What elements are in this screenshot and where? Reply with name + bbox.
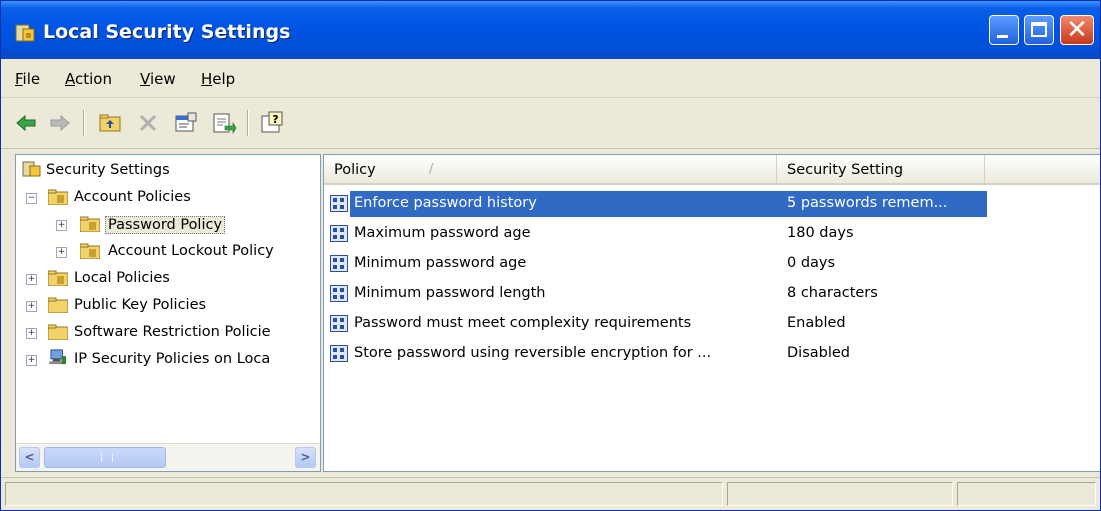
toolbar-separator (83, 110, 85, 136)
status-panel-main (5, 482, 723, 506)
forward-arrow-icon[interactable] (47, 110, 73, 136)
status-panel-tertiary (957, 482, 1096, 506)
policy-setting: 5 passwords remem... (787, 195, 948, 211)
collapse-toggle[interactable]: − (26, 193, 37, 204)
up-folder-icon[interactable] (97, 110, 123, 136)
expand-toggle[interactable]: + (56, 247, 67, 258)
back-arrow-icon[interactable] (13, 110, 39, 136)
tree-item-label: Public Key Policies (74, 297, 207, 313)
policy-folder-icon (80, 216, 100, 232)
close-button[interactable]: ✕ (1060, 15, 1094, 45)
tree-item-label: Password Policy (105, 216, 226, 234)
delete-icon[interactable] (135, 110, 161, 136)
computer-network-icon (49, 349, 66, 365)
minimize-icon (997, 35, 1008, 38)
policy-folder-icon (48, 189, 68, 205)
menu-help[interactable]: Help (201, 70, 235, 88)
expand-toggle[interactable]: + (26, 301, 37, 312)
policy-item-icon (330, 225, 348, 242)
policy-row-reversible-encryption[interactable]: Store password using reversible encrypti… (324, 339, 1100, 369)
column-header-policy[interactable]: Policy / (324, 155, 777, 185)
maximize-button[interactable] (1024, 15, 1054, 45)
tree-horizontal-scrollbar[interactable]: < > (16, 443, 320, 471)
svg-text:?: ? (272, 113, 278, 126)
menu-bar: File Action View Help (1, 61, 1100, 98)
column-header-filler (985, 155, 1100, 185)
help-icon[interactable]: ? (259, 110, 285, 136)
policy-item-icon (330, 345, 348, 362)
expand-toggle[interactable]: + (26, 328, 37, 339)
toolbar-separator (247, 110, 249, 136)
expand-toggle[interactable]: + (56, 220, 67, 231)
policy-item-icon (330, 285, 348, 302)
policy-item-icon (330, 195, 348, 212)
security-settings-icon (22, 161, 41, 177)
policy-row-enforce-password-history[interactable]: Enforce password history 5 passwords rem… (324, 189, 1100, 219)
policy-setting: 0 days (787, 255, 836, 271)
policy-row-minimum-password-length[interactable]: Minimum password length 8 characters (324, 279, 1100, 309)
policy-setting: 180 days (787, 225, 854, 241)
window-title: Local Security Settings (43, 21, 291, 43)
menu-action[interactable]: Action (65, 70, 112, 88)
security-settings-app-icon (15, 24, 35, 42)
scroll-left-button[interactable]: < (19, 447, 40, 468)
tree-item-label: Security Settings (46, 162, 170, 178)
tree-item-label: Account Lockout Policy (108, 243, 274, 259)
tree-pane[interactable]: Security Settings − Account Policies + P… (15, 154, 321, 472)
policy-list-pane[interactable]: Policy / Security Setting Enforce passwo… (323, 154, 1100, 472)
policy-name: Minimum password age (354, 255, 527, 271)
minimize-button[interactable] (989, 15, 1019, 45)
scroll-right-button[interactable]: > (295, 447, 316, 468)
menu-view[interactable]: View (140, 70, 176, 88)
tree-item-label: Account Policies (74, 189, 191, 205)
scroll-grip-icon (101, 453, 113, 462)
policy-row-password-complexity[interactable]: Password must meet complexity requiremen… (324, 309, 1100, 339)
column-header-label: Security Setting (787, 162, 904, 178)
expand-toggle[interactable]: + (26, 274, 37, 285)
status-bar (1, 477, 1100, 510)
policy-name: Enforce password history (354, 195, 537, 211)
policy-row-minimum-password-age[interactable]: Minimum password age 0 days (324, 249, 1100, 279)
toolbar: ? (1, 98, 1100, 149)
close-icon: ✕ (1066, 15, 1088, 45)
tree-item-label: Local Policies (74, 270, 170, 286)
policy-name: Maximum password age (354, 225, 531, 241)
policy-setting: 8 characters (787, 285, 878, 301)
scroll-thumb[interactable] (44, 447, 166, 468)
policy-name: Minimum password length (354, 285, 546, 301)
policy-name: Store password using reversible encrypti… (354, 345, 712, 361)
column-header-label: Policy (334, 162, 376, 178)
policy-row-maximum-password-age[interactable]: Maximum password age 180 days (324, 219, 1100, 249)
folder-icon (48, 297, 68, 313)
policy-setting: Enabled (787, 315, 846, 331)
policy-name: Password must meet complexity requiremen… (354, 315, 692, 331)
tree-item-label: IP Security Policies on Loca (74, 351, 271, 367)
folder-icon (48, 324, 68, 340)
policy-setting: Disabled (787, 345, 850, 361)
title-bar[interactable]: Local Security Settings ✕ (1, 1, 1100, 59)
policy-item-icon (330, 315, 348, 332)
maximize-icon (1031, 22, 1047, 37)
column-header-security-setting[interactable]: Security Setting (777, 155, 985, 185)
sort-indicator-icon: / (429, 162, 434, 177)
export-list-icon[interactable] (211, 110, 237, 136)
properties-icon[interactable] (173, 110, 199, 136)
expand-toggle[interactable]: + (26, 355, 37, 366)
policy-item-icon (330, 255, 348, 272)
policy-folder-icon (80, 243, 100, 259)
status-panel-secondary (727, 482, 953, 506)
tree-item-label: Software Restriction Policie (74, 324, 271, 340)
policy-folder-icon (48, 270, 68, 286)
menu-file[interactable]: File (15, 70, 40, 88)
main-window: Local Security Settings ✕ File Action Vi… (0, 0, 1101, 511)
